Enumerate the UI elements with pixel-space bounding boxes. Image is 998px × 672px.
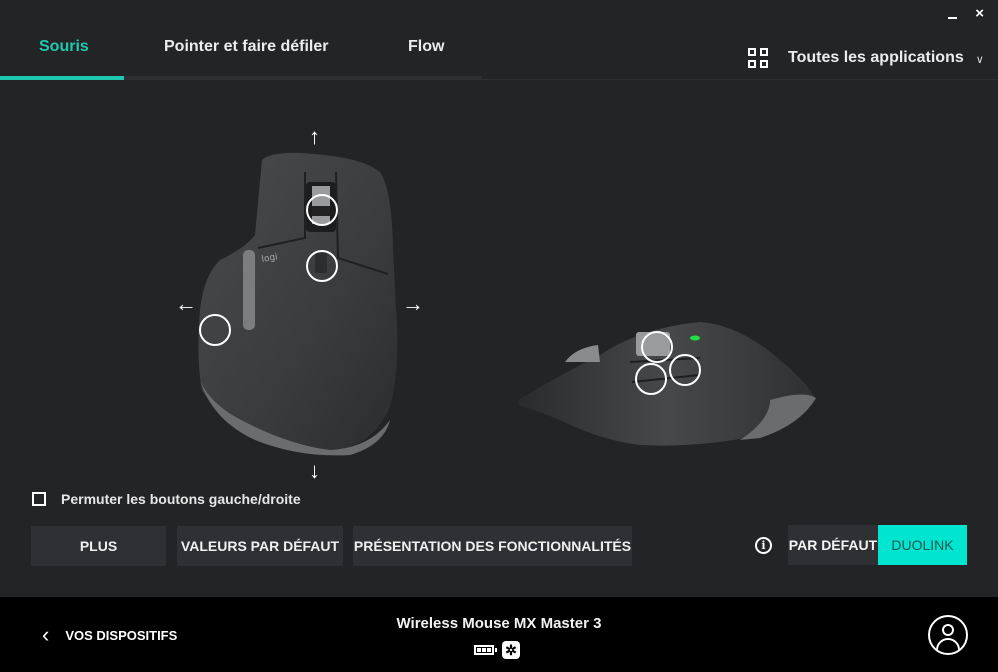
active-tab-indicator: [0, 76, 124, 80]
header-divider: [482, 79, 998, 80]
footer-bar: ‹ VOS DISPOSITIFS Wireless Mouse MX Mast…: [0, 597, 998, 672]
mode-default-button[interactable]: PAR DÉFAUT: [788, 525, 878, 565]
hotspot-mode-shift[interactable]: [306, 250, 338, 282]
swap-buttons-option[interactable]: Permuter les boutons gauche/droite: [32, 491, 301, 507]
swap-buttons-label: Permuter les boutons gauche/droite: [61, 491, 301, 507]
application-selector-label: Toutes les applications: [788, 49, 964, 66]
thumb-wheel: [243, 250, 255, 330]
tab-bar: Souris Pointer et faire défiler Flow: [0, 38, 482, 80]
mouse-illustration-area: logi ↑ ↓ ← →: [0, 100, 998, 490]
account-button[interactable]: [928, 615, 968, 655]
grid-icon: [748, 48, 768, 68]
hotspot-thumb-wheel[interactable]: [641, 331, 673, 363]
arrow-left-icon: ←: [175, 291, 197, 316]
chevron-down-icon: ∨: [975, 53, 984, 66]
tab-souris[interactable]: Souris: [39, 38, 89, 56]
device-status: ✲: [474, 641, 520, 659]
mode-duolink-button[interactable]: DUOLINK: [878, 525, 967, 565]
arrow-up-icon: ↑: [309, 124, 320, 149]
tab-flow[interactable]: Flow: [408, 38, 444, 56]
swap-buttons-checkbox[interactable]: [32, 492, 46, 506]
hotspot-gesture-button[interactable]: [199, 314, 231, 346]
application-selector[interactable]: Toutes les applications ∨: [748, 48, 984, 68]
restore-defaults-button[interactable]: VALEURS PAR DÉFAUT: [177, 526, 343, 566]
arrow-right-icon: →: [402, 291, 424, 316]
info-icon[interactable]: i: [755, 537, 772, 554]
unifying-receiver-icon: ✲: [502, 641, 520, 659]
battery-led: [690, 335, 700, 341]
more-button[interactable]: PLUS: [31, 526, 166, 566]
minimize-button[interactable]: [948, 17, 958, 19]
mouse-side-wheel: [565, 345, 600, 362]
mouse-top-view: logi: [198, 152, 816, 456]
battery-icon: [474, 645, 497, 655]
window-controls: ×: [948, 4, 984, 24]
close-button[interactable]: ×: [975, 4, 984, 24]
device-name: Wireless Mouse MX Master 3: [396, 615, 602, 632]
hotspot-back-button[interactable]: [635, 363, 667, 395]
mouse-top-body: [198, 152, 398, 451]
tab-pointer-scroll[interactable]: Pointer et faire défiler: [164, 38, 329, 56]
user-icon: [942, 624, 954, 636]
feature-tour-button[interactable]: PRÉSENTATION DES FONCTIONNALITÉS: [353, 526, 632, 566]
hotspot-forward-button[interactable]: [669, 354, 701, 386]
hotspot-scroll-wheel[interactable]: [306, 194, 338, 226]
arrow-down-icon: ↓: [309, 458, 320, 483]
user-icon-body: [936, 638, 960, 653]
